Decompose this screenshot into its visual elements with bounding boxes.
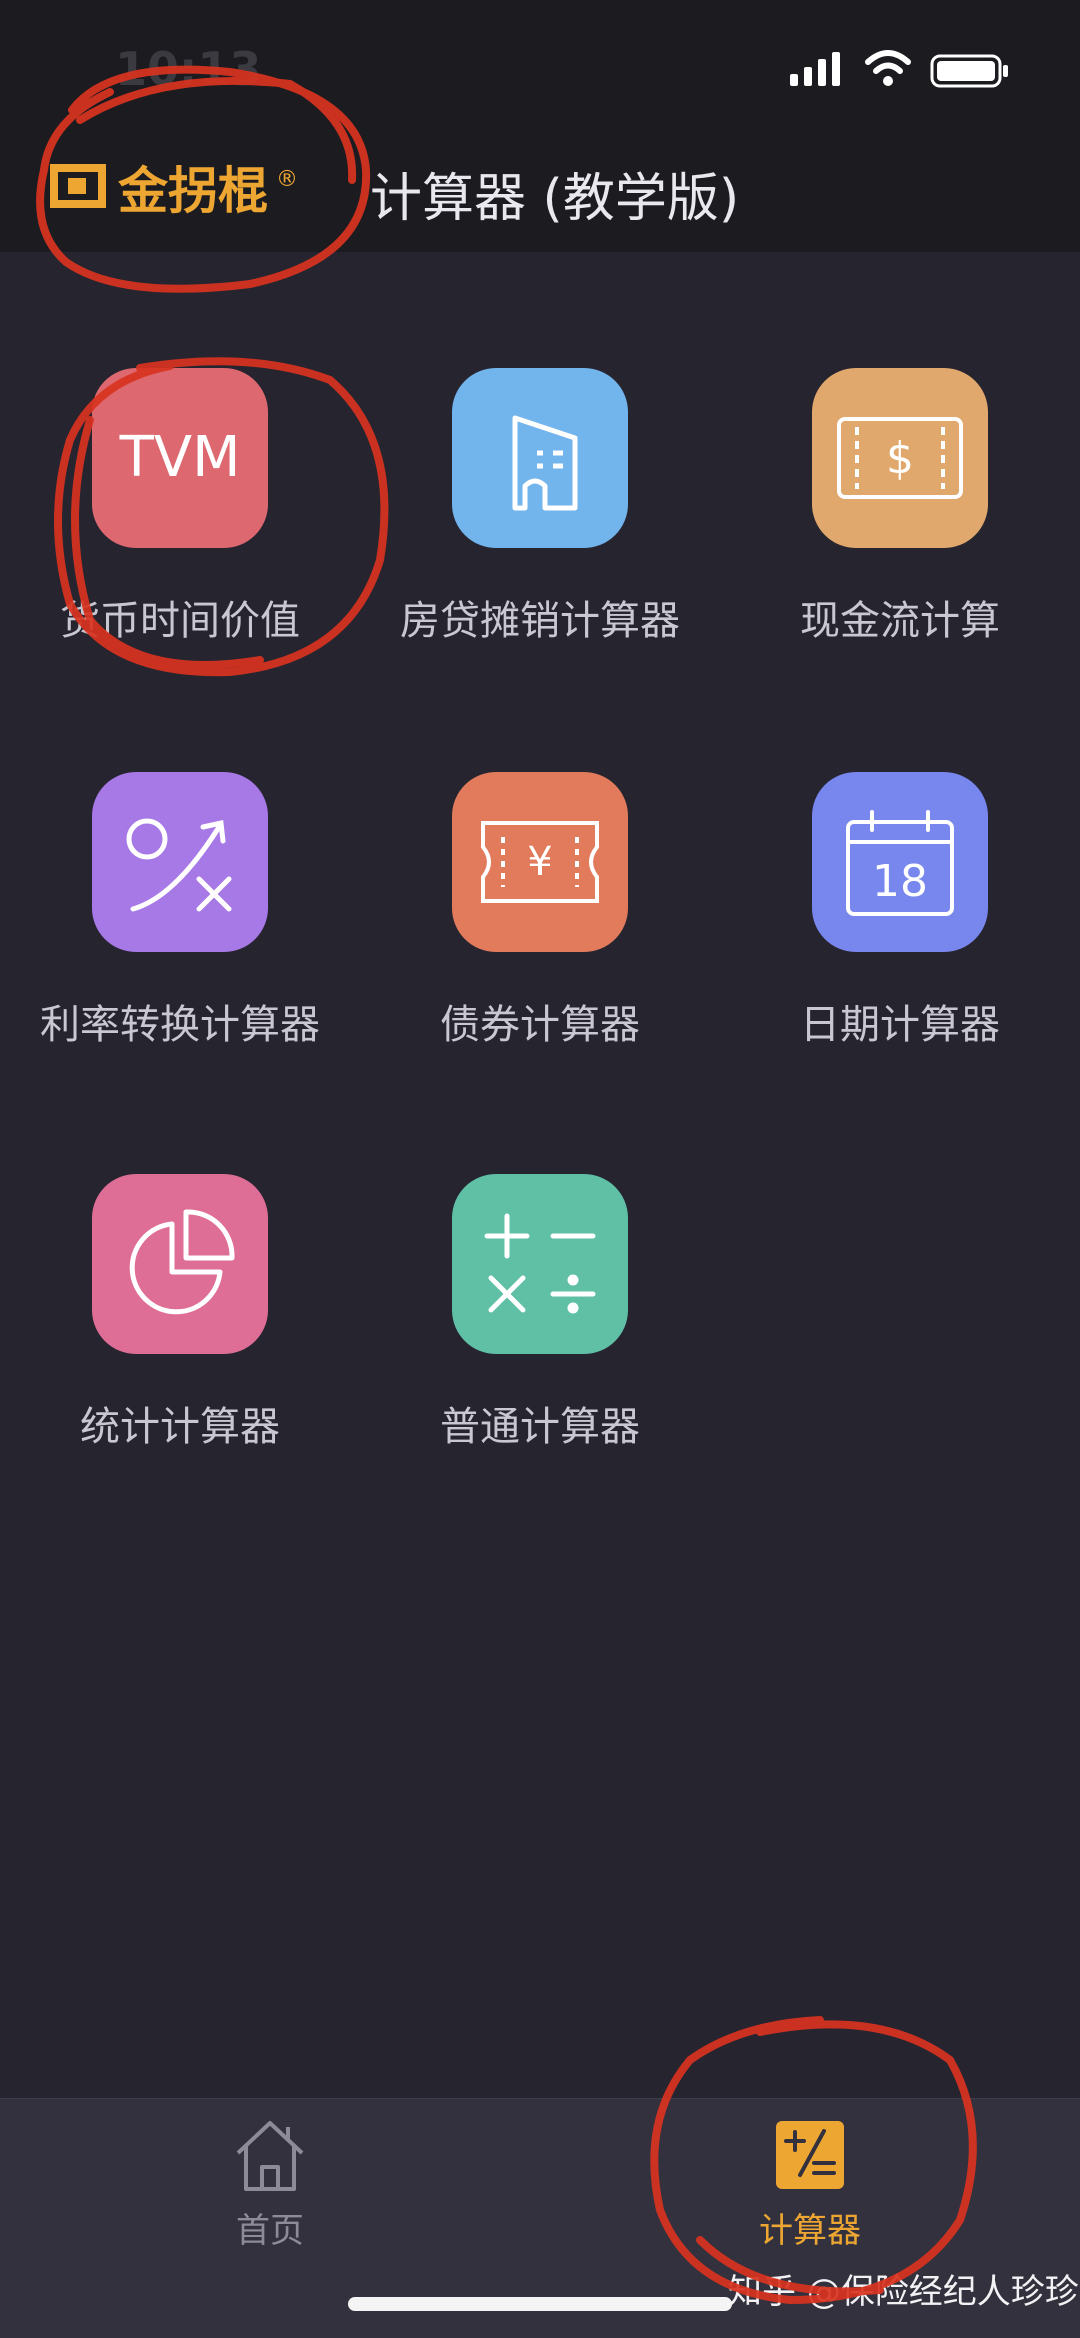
cash-flow-icon: $ xyxy=(812,368,988,548)
watermark: 知乎 @保险经纪人珍珍 xyxy=(728,2272,1079,2312)
status-time: 10:13 xyxy=(115,42,262,96)
svg-text:¥: ¥ xyxy=(527,839,552,885)
calculator-label: 统计计算器 xyxy=(80,1404,280,1450)
battery-icon xyxy=(930,54,1008,88)
calculator-item-mortgage[interactable]: 房贷摊销计算器 xyxy=(390,368,690,646)
calculator-label: 货币时间价值 xyxy=(60,598,300,644)
calculator-item-cash-flow[interactable]: $ 现金流计算 xyxy=(750,368,1050,646)
calculator-label: 债券计算器 xyxy=(440,1002,640,1048)
pie-chart-icon xyxy=(92,1174,268,1354)
calculator-item-statistics[interactable]: 统计计算器 xyxy=(30,1174,330,1452)
calendar-icon: 18 xyxy=(812,772,988,952)
calculator-label: 现金流计算 xyxy=(800,598,1000,644)
svg-text:$: $ xyxy=(886,433,914,484)
rate-convert-icon xyxy=(92,772,268,952)
arithmetic-icon xyxy=(452,1174,628,1354)
svg-text:®: ® xyxy=(276,167,298,192)
svg-text:TVM: TVM xyxy=(119,425,241,490)
calculator-label: 日期计算器 xyxy=(800,1002,1000,1048)
calculator-label: 房贷摊销计算器 xyxy=(400,598,680,644)
annotation-overlay xyxy=(36,65,977,2305)
svg-text:18: 18 xyxy=(872,856,928,907)
building-icon xyxy=(452,368,628,548)
tvm-icon: TVM xyxy=(92,368,268,548)
calculator-tab-icon xyxy=(776,2121,844,2189)
home-indicator xyxy=(348,2297,732,2311)
calculator-label: 普通计算器 xyxy=(440,1404,640,1450)
wifi-icon xyxy=(865,50,911,86)
home-icon xyxy=(236,2121,304,2191)
signal-icon xyxy=(790,52,840,86)
calculator-item-bond[interactable]: ¥ 债券计算器 xyxy=(390,772,690,1050)
tab-label: 首页 xyxy=(236,2211,304,2251)
calculator-label: 利率转换计算器 xyxy=(40,1002,320,1048)
app-logo: 金拐棍 ® xyxy=(48,150,348,226)
calculator-item-tvm[interactable]: TVM 货币时间价值 xyxy=(30,368,330,646)
tab-home[interactable]: 首页 xyxy=(170,2117,370,2252)
calculator-item-basic[interactable]: 普通计算器 xyxy=(390,1174,690,1452)
bond-ticket-icon: ¥ xyxy=(452,772,628,952)
tab-calculator[interactable]: 计算器 xyxy=(710,2117,910,2252)
app-header: 金拐棍 ® 计算器 (教学版) xyxy=(0,140,1080,252)
calculator-item-date[interactable]: 18 日期计算器 xyxy=(750,772,1050,1050)
calculator-item-rate-conversion[interactable]: 利率转换计算器 xyxy=(30,772,330,1050)
tab-label: 计算器 xyxy=(759,2211,861,2251)
page-title: 计算器 (教学版) xyxy=(370,169,740,229)
status-bar: 10:13 xyxy=(0,0,1080,140)
logo-text: 金拐棍 xyxy=(118,162,268,220)
